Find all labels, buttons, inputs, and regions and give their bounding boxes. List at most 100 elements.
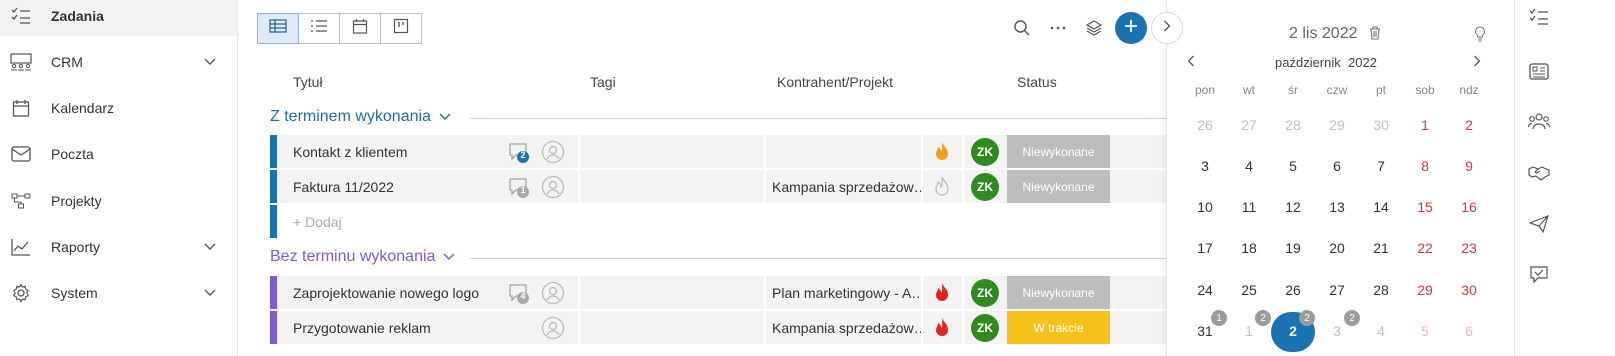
users-icon[interactable] xyxy=(1527,110,1551,132)
calendar-day[interactable]: 8 xyxy=(1405,158,1445,174)
table-view-button[interactable] xyxy=(257,13,299,44)
chat-icon[interactable] xyxy=(1527,263,1551,285)
layers-icon[interactable] xyxy=(1083,17,1105,39)
table-row[interactable]: Faktura 11/2022 1 Kampania sprzedażow… Z… xyxy=(270,170,1168,203)
calendar-day[interactable]: 17 xyxy=(1185,240,1225,256)
calendar-day[interactable]: 26 xyxy=(1273,282,1313,298)
calendar-day[interactable]: 13 xyxy=(1317,199,1357,215)
calendar-day[interactable]: 6 xyxy=(1449,323,1489,339)
table-row[interactable]: Przygotowanie reklam Kampania sprzedażow… xyxy=(270,311,1168,344)
priority-flame-icon[interactable] xyxy=(932,282,952,304)
assignee-avatar[interactable]: ZK xyxy=(971,279,999,307)
calendar-day[interactable]: 12 xyxy=(1273,199,1313,215)
calendar-day[interactable]: 2 xyxy=(1449,117,1489,133)
assignee-avatar[interactable]: ZK xyxy=(971,173,999,201)
calendar-day[interactable]: 22 xyxy=(1405,240,1445,256)
priority-flame-icon[interactable] xyxy=(932,176,952,198)
calendar-day[interactable]: 25 xyxy=(1229,282,1269,298)
send-icon[interactable] xyxy=(1527,213,1551,235)
more-icon[interactable] xyxy=(1047,17,1069,39)
calendar-day[interactable]: 11 xyxy=(1229,199,1269,215)
column-header-tags[interactable]: Tagi xyxy=(590,74,616,90)
user-avatar-icon[interactable] xyxy=(541,175,565,199)
calendar-day[interactable]: 21 xyxy=(1361,240,1401,256)
handshake-icon[interactable] xyxy=(1527,162,1551,184)
calendar-day[interactable]: 18 xyxy=(1229,240,1269,256)
status-badge[interactable]: Niewykonane xyxy=(1007,135,1110,168)
task-title[interactable]: Zaprojektowanie nowego logo xyxy=(293,285,479,301)
calendar-day[interactable]: 28 xyxy=(1361,282,1401,298)
comment-icon[interactable]: 1 xyxy=(507,176,531,198)
calendar-day[interactable]: 7 xyxy=(1361,158,1401,174)
calendar-day[interactable]: 29 xyxy=(1317,117,1357,133)
chevron-down-icon[interactable] xyxy=(203,55,217,69)
lightbulb-icon[interactable] xyxy=(1474,26,1488,42)
sidebar-item-raporty[interactable]: Raporty xyxy=(0,227,237,267)
priority-flame-icon[interactable] xyxy=(932,317,952,339)
kanban-view-button[interactable] xyxy=(380,13,422,44)
calendar-view-button[interactable] xyxy=(339,13,381,44)
chevron-left-icon[interactable] xyxy=(1187,54,1201,70)
comment-icon[interactable]: 4 xyxy=(507,282,531,304)
task-project[interactable]: Kampania sprzedażow… xyxy=(772,320,922,336)
column-header-contractor[interactable]: Kontrahent/Projekt xyxy=(777,74,893,90)
list-view-button[interactable] xyxy=(298,13,340,44)
calendar-day[interactable]: 9 xyxy=(1449,158,1489,174)
trash-icon[interactable] xyxy=(1369,26,1383,42)
calendar-day[interactable]: 1 xyxy=(1405,117,1445,133)
status-badge[interactable]: Niewykonane xyxy=(1007,170,1110,203)
calendar-day[interactable]: 3 xyxy=(1185,158,1225,174)
calendar-day[interactable]: 26 xyxy=(1185,117,1225,133)
sidebar-item-zadania[interactable]: Zadania xyxy=(0,0,237,36)
assignee-avatar[interactable]: ZK xyxy=(971,314,999,342)
add-task-button[interactable] xyxy=(1115,12,1147,44)
table-row[interactable]: Zaprojektowanie nowego logo 4 Plan marke… xyxy=(270,276,1168,309)
task-project[interactable]: Plan marketingowy - A… xyxy=(772,285,922,301)
calendar-day[interactable]: 20 xyxy=(1317,240,1357,256)
calendar-day[interactable]: 19 xyxy=(1273,240,1313,256)
month-label[interactable]: październik xyxy=(1275,55,1341,70)
comment-icon[interactable]: 2 xyxy=(507,141,531,163)
group-header[interactable]: Z terminem wykonania xyxy=(270,108,1170,126)
add-task-link[interactable]: + Dodaj xyxy=(293,214,342,230)
user-avatar-icon[interactable] xyxy=(541,316,565,340)
sidebar-item-system[interactable]: System xyxy=(0,273,237,313)
priority-flame-icon[interactable] xyxy=(932,141,952,163)
column-header-title[interactable]: Tytuł xyxy=(293,74,323,90)
calendar-day[interactable]: 14 xyxy=(1361,199,1401,215)
calendar-day[interactable]: 5 xyxy=(1273,158,1313,174)
add-task-row[interactable]: + Dodaj xyxy=(270,205,1168,238)
sidebar-item-kalendarz[interactable]: Kalendarz xyxy=(0,88,237,128)
calendar-day[interactable]: 27 xyxy=(1317,282,1357,298)
sidebar-item-projekty[interactable]: Projekty xyxy=(0,181,237,221)
calendar-day[interactable]: 30 xyxy=(1361,117,1401,133)
task-title[interactable]: Przygotowanie reklam xyxy=(293,320,431,336)
contacts-card-icon[interactable] xyxy=(1527,60,1551,82)
calendar-day[interactable]: 10 xyxy=(1185,199,1225,215)
calendar-day[interactable]: 28 xyxy=(1273,117,1313,133)
calendar-day[interactable]: 6 xyxy=(1317,158,1357,174)
chevron-down-icon[interactable] xyxy=(203,286,217,300)
chevron-right-icon[interactable] xyxy=(1473,54,1487,70)
status-badge[interactable]: W trakcie xyxy=(1007,311,1110,344)
calendar-day[interactable]: 24 xyxy=(1185,282,1225,298)
calendar-day[interactable]: 16 xyxy=(1449,199,1489,215)
search-icon[interactable] xyxy=(1011,17,1033,39)
calendar-day[interactable]: 5 xyxy=(1405,323,1445,339)
calendar-day[interactable]: 29 xyxy=(1405,282,1445,298)
status-badge[interactable]: Niewykonane xyxy=(1007,276,1110,309)
tasks-icon[interactable] xyxy=(1527,6,1551,28)
year-label[interactable]: 2022 xyxy=(1348,55,1377,70)
month-year-label[interactable]: październik 2022 xyxy=(1275,55,1377,70)
sidebar-item-poczta[interactable]: Poczta xyxy=(0,134,237,174)
collapse-panel-button[interactable] xyxy=(1151,12,1183,44)
column-header-status[interactable]: Status xyxy=(1017,74,1057,90)
user-avatar-icon[interactable] xyxy=(541,140,565,164)
calendar-day[interactable]: 30 xyxy=(1449,282,1489,298)
assignee-avatar[interactable]: ZK xyxy=(971,138,999,166)
task-title[interactable]: Kontakt z klientem xyxy=(293,144,407,160)
calendar-day[interactable]: 4 xyxy=(1361,323,1401,339)
calendar-day[interactable]: 27 xyxy=(1229,117,1269,133)
calendar-day[interactable]: 4 xyxy=(1229,158,1269,174)
calendar-day[interactable]: 15 xyxy=(1405,199,1445,215)
